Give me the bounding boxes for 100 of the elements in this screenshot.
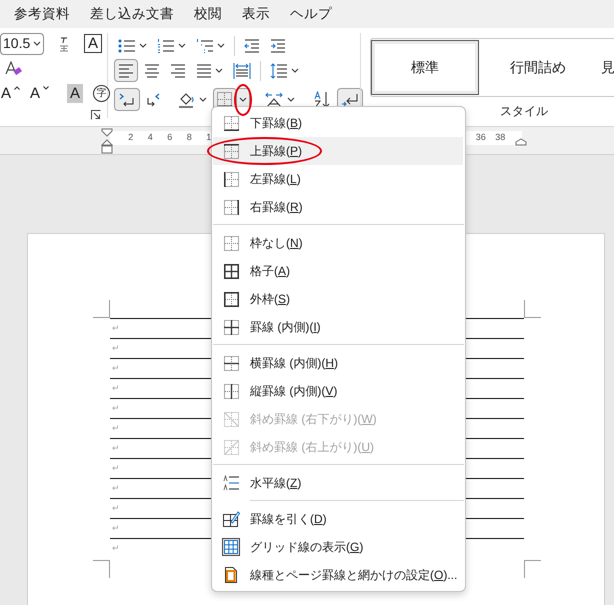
paragraph-mark: ↵ (112, 423, 120, 433)
ruler-number: 8 (186, 131, 193, 144)
crop-mark (93, 300, 110, 318)
menu-item[interactable]: 横罫線 (内側)(H) (213, 349, 463, 377)
paragraph-mark: ↵ (112, 503, 120, 513)
paragraph-mark: ↵ (112, 343, 120, 353)
caret-icon (291, 68, 299, 73)
menu-item[interactable]: 下罫線(B) (213, 109, 463, 137)
dialog-launcher-icon (91, 110, 101, 120)
menu-item[interactable]: 縦罫線 (内側)(V) (213, 377, 463, 405)
caret-icon (239, 97, 247, 102)
page-border-icon (224, 566, 238, 584)
return-arrow-icon (341, 92, 359, 108)
ruler-number: 6 (166, 131, 174, 144)
ruler-number: 38 (494, 131, 506, 144)
border-icon (224, 440, 238, 454)
caret-icon (287, 97, 295, 102)
paint-bucket-icon (178, 90, 196, 108)
left-to-right-icon (118, 92, 136, 108)
align-right-icon (170, 64, 186, 78)
menu-item[interactable]: グリッド線の表示(G) (213, 533, 463, 561)
group-label: スタイル (500, 103, 548, 120)
border-icon (224, 200, 238, 214)
ribbon-button[interactable] (114, 88, 140, 111)
numbered-list-icon (157, 38, 175, 52)
paragraph-mark: ↵ (112, 323, 120, 333)
menu-item[interactable]: 上罫線(P) (213, 137, 463, 165)
ribbon-tab[interactable]: ヘルプ (282, 0, 340, 28)
paragraph-mark: ↵ (112, 523, 120, 533)
horizontal-line-icon (223, 475, 239, 491)
style-option[interactable]: 標準 (371, 40, 479, 95)
border-icon (224, 292, 238, 306)
font-size-field[interactable]: 10.5 (0, 32, 44, 54)
border-icon (224, 320, 238, 334)
line-spacing-icon (270, 62, 288, 78)
ruler-number: 2 (127, 131, 134, 144)
border-icon (224, 116, 238, 130)
menu-item[interactable]: 外枠(S) (213, 285, 463, 313)
menu-item[interactable]: 罫線 (内側)(I) (213, 313, 463, 341)
caret-icon (178, 43, 186, 48)
caret-icon (215, 68, 223, 73)
crop-mark (524, 560, 541, 578)
ruler-number: 4 (146, 131, 154, 144)
align-left-icon (118, 64, 134, 78)
crop-mark (524, 300, 541, 318)
border-icon (224, 384, 238, 398)
menu-item[interactable]: 罫線を引く(D) (213, 505, 463, 533)
distributed-icon (233, 62, 251, 80)
sort-icon (313, 90, 331, 108)
menu-item[interactable]: 水平線(Z) (213, 469, 463, 497)
draw-table-icon (222, 510, 240, 528)
crop-mark (93, 560, 110, 578)
ribbon-button[interactable] (114, 59, 138, 82)
menu-item[interactable]: 枠なし(N) (213, 229, 463, 257)
caret-icon (199, 97, 207, 102)
increase-indent-icon (270, 38, 286, 52)
paragraph-mark: ↵ (112, 483, 120, 493)
paragraph-mark: ↵ (112, 403, 120, 413)
align-center-icon (144, 64, 160, 78)
ribbon-tab[interactable]: 差し込み文書 (82, 0, 182, 28)
style-option[interactable]: 行間詰め (479, 40, 597, 95)
dialog-launcher-button[interactable] (90, 108, 102, 122)
paragraph-mark: ↵ (112, 443, 120, 453)
border-icon (224, 264, 238, 278)
paragraph-mark: ↵ (112, 543, 120, 553)
justify-icon (196, 64, 212, 78)
caret-icon (217, 43, 225, 48)
grid-icon (222, 538, 240, 556)
ribbon-tab[interactable]: 表示 (234, 0, 278, 28)
paragraph-mark: ↵ (112, 363, 120, 373)
clear-formatting-icon (4, 60, 22, 78)
border-icon (224, 356, 238, 370)
border-icon (224, 236, 238, 250)
right-to-left-icon (146, 92, 160, 108)
bulleted-list-icon (118, 38, 136, 52)
paragraph-mark: ↵ (112, 463, 120, 473)
caret-icon (33, 41, 41, 46)
multilevel-list-icon (196, 38, 214, 52)
menu-item[interactable]: 線種とページ罫線と網かけの設定(O)... (213, 561, 463, 589)
menu-item[interactable]: 格子(A) (213, 257, 463, 285)
paragraph-mark: ↵ (112, 383, 120, 393)
menu-item[interactable]: 右罫線(R) (213, 193, 463, 221)
style-option[interactable]: 見 (597, 40, 614, 95)
border-icon (224, 172, 238, 186)
caret-up-icon (14, 86, 20, 90)
border-icon (224, 144, 238, 158)
text-letter-icon (264, 92, 284, 108)
ribbon-tab[interactable]: 校閲 (186, 0, 230, 28)
ribbon-button[interactable]: A (26, 82, 54, 105)
border-icon (224, 412, 238, 426)
caret-icon (139, 43, 147, 48)
furigana-icon (58, 36, 70, 52)
ruler-number: 1 (205, 131, 212, 144)
ribbon-button[interactable]: A (0, 82, 24, 105)
ribbon-tab[interactable]: 参考資料 (6, 0, 78, 28)
ruler-number: 36 (474, 131, 487, 144)
decrease-indent-icon (244, 38, 260, 52)
border-icon (217, 92, 233, 108)
caret-down-icon (43, 86, 50, 90)
menu-item[interactable]: 左罫線(L) (213, 165, 463, 193)
